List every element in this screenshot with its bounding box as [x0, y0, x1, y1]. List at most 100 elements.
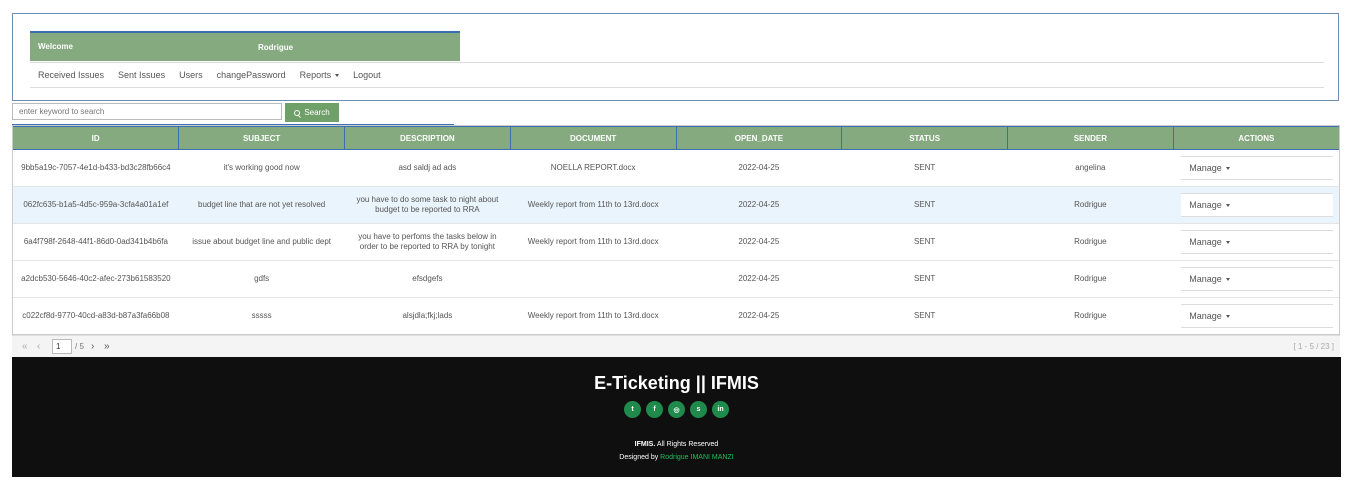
table-row[interactable]: 6a4f798f-2648-44f1-86d0-0ad341b4b6fa iss… — [13, 223, 1339, 261]
cell-subject: it's working good now — [178, 149, 345, 187]
caret-down-icon — [1225, 277, 1230, 281]
search-button[interactable]: Search — [285, 103, 339, 122]
nav-users[interactable]: Users — [179, 70, 203, 80]
main-nav: Received Issues Sent Issues Users change… — [30, 62, 1324, 88]
column-header-document[interactable]: DOCUMENT — [510, 126, 677, 150]
column-header-open-date[interactable]: OPEN_DATE — [676, 126, 843, 150]
cell-sender: angelina — [1007, 149, 1174, 187]
page-total: / 5 — [75, 342, 84, 351]
table-row[interactable]: a2dcb530-5646-40c2-afec-273b61583520 gdf… — [13, 260, 1339, 298]
twitter-icon[interactable]: t — [624, 401, 641, 418]
cell-actions: Manage — [1173, 186, 1339, 224]
search-bar: Search — [12, 103, 454, 125]
top-panel: Welcome Rodrigue Received Issues Sent Is… — [12, 13, 1339, 101]
cell-open-date: 2022-04-25 — [676, 186, 842, 224]
cell-document: Weekly report from 11th to 13rd.docx — [510, 297, 676, 334]
cell-description: asd saldj ad ads — [344, 149, 511, 187]
manage-dropdown[interactable]: Manage — [1181, 193, 1333, 217]
cell-open-date: 2022-04-25 — [676, 149, 842, 187]
manage-label: Manage — [1189, 163, 1222, 173]
caret-down-icon — [1225, 240, 1230, 244]
cell-id: a2dcb530-5646-40c2-afec-273b61583520 — [13, 260, 179, 298]
cell-actions: Manage — [1173, 223, 1339, 261]
table-row[interactable]: 062fc635-b1a5-4d5c-959a-3cfa4a01a1ef bud… — [13, 186, 1339, 224]
table-row[interactable]: c022cf8d-9770-40cd-a83d-b87a3fa66b08 sss… — [13, 297, 1339, 334]
column-header-description[interactable]: DESCRIPTION — [344, 126, 511, 150]
username: Rodrigue — [258, 43, 294, 52]
cell-actions: Manage — [1173, 297, 1339, 334]
cell-status: SENT — [841, 186, 1008, 224]
cell-status: SENT — [841, 149, 1008, 187]
column-header-status[interactable]: STATUS — [841, 126, 1008, 150]
copyright: IFMIS. All Rights Reserved — [12, 441, 1341, 448]
cell-subject: budget line that are not yet resolved — [178, 186, 345, 224]
cell-subject: gdfs — [178, 260, 345, 298]
next-page-icon[interactable]: › — [91, 341, 94, 352]
first-page-icon[interactable]: « — [22, 341, 28, 352]
issues-table: ID SUBJECT DESCRIPTION DOCUMENT OPEN_DAT… — [12, 125, 1340, 335]
search-button-label: Search — [304, 108, 330, 117]
cell-actions: Manage — [1173, 149, 1339, 187]
manage-dropdown[interactable]: Manage — [1181, 267, 1333, 291]
rights-brand: IFMIS. — [634, 441, 656, 448]
table-row[interactable]: 9bb5a19c-7057-4e1d-b433-bd3c28fb66c4 it'… — [13, 149, 1339, 187]
search-icon — [294, 109, 301, 116]
caret-down-icon — [1225, 314, 1230, 318]
designed-by: Designed by Rodrigue IMANI MANZI — [12, 454, 1341, 461]
welcome-bar: Welcome Rodrigue — [30, 31, 460, 61]
cell-actions: Manage — [1173, 260, 1339, 298]
nav-change-password[interactable]: changePassword — [217, 70, 286, 80]
cell-sender: Rodrigue — [1007, 297, 1174, 334]
cell-sender: Rodrigue — [1007, 186, 1174, 224]
pagination-bar: « ‹ / 5 › » [ 1 - 5 / 23 ] — [12, 335, 1340, 357]
table-header-row: ID SUBJECT DESCRIPTION DOCUMENT OPEN_DAT… — [13, 126, 1339, 150]
cell-description: alsjdla;fkj;lads — [344, 297, 511, 334]
nav-reports-dropdown[interactable]: Reports — [300, 70, 340, 80]
designer-link[interactable]: Rodrigue IMANI MANZI — [660, 454, 734, 461]
last-page-icon[interactable]: » — [104, 341, 110, 352]
search-input[interactable] — [12, 103, 282, 120]
cell-status: SENT — [841, 297, 1008, 334]
manage-dropdown[interactable]: Manage — [1181, 304, 1333, 328]
cell-subject: sssss — [178, 297, 345, 334]
cell-id: 062fc635-b1a5-4d5c-959a-3cfa4a01a1ef — [13, 186, 179, 224]
cell-open-date: 2022-04-25 — [676, 260, 842, 298]
cell-description: you have to perfoms the tasks below in o… — [344, 223, 511, 261]
cell-document — [510, 260, 676, 298]
cell-document: Weekly report from 11th to 13rd.docx — [510, 223, 676, 261]
linkedin-icon[interactable]: in — [712, 401, 729, 418]
cell-status: SENT — [841, 223, 1008, 261]
cell-document: Weekly report from 11th to 13rd.docx — [510, 186, 676, 224]
skype-icon[interactable]: s — [690, 401, 707, 418]
cell-subject: issue about budget line and public dept — [178, 223, 345, 261]
nav-sent-issues[interactable]: Sent Issues — [118, 70, 165, 80]
caret-down-icon — [1225, 203, 1230, 207]
column-header-actions: ACTIONS — [1173, 126, 1339, 150]
page-number-input[interactable] — [52, 339, 72, 354]
footer: E-Ticketing || IFMIS t f ◎ s in IFMIS. A… — [12, 357, 1341, 477]
caret-down-icon — [1225, 166, 1230, 170]
footer-brand: E-Ticketing || IFMIS — [594, 373, 759, 393]
nav-received-issues[interactable]: Received Issues — [38, 70, 104, 80]
manage-dropdown[interactable]: Manage — [1181, 230, 1333, 254]
cell-open-date: 2022-04-25 — [676, 223, 842, 261]
column-header-id[interactable]: ID — [13, 126, 180, 150]
manage-dropdown[interactable]: Manage — [1181, 156, 1333, 180]
facebook-icon[interactable]: f — [646, 401, 663, 418]
manage-label: Manage — [1189, 311, 1222, 321]
column-header-sender[interactable]: SENDER — [1007, 126, 1174, 150]
cell-description: you have to do some task to night about … — [344, 186, 511, 224]
cell-open-date: 2022-04-25 — [676, 297, 842, 334]
cell-id: c022cf8d-9770-40cd-a83d-b87a3fa66b08 — [13, 297, 179, 334]
instagram-icon[interactable]: ◎ — [668, 401, 685, 418]
caret-down-icon — [335, 74, 340, 78]
designed-prefix: Designed by — [619, 454, 661, 461]
rights-text: All Rights Reserved — [655, 441, 719, 448]
manage-label: Manage — [1189, 274, 1222, 284]
prev-page-icon[interactable]: ‹ — [37, 341, 40, 352]
column-header-subject[interactable]: SUBJECT — [178, 126, 345, 150]
cell-id: 6a4f798f-2648-44f1-86d0-0ad341b4b6fa — [13, 223, 179, 261]
cell-document: NOELLA REPORT.docx — [510, 149, 676, 187]
manage-label: Manage — [1189, 200, 1222, 210]
nav-logout[interactable]: Logout — [353, 70, 381, 80]
